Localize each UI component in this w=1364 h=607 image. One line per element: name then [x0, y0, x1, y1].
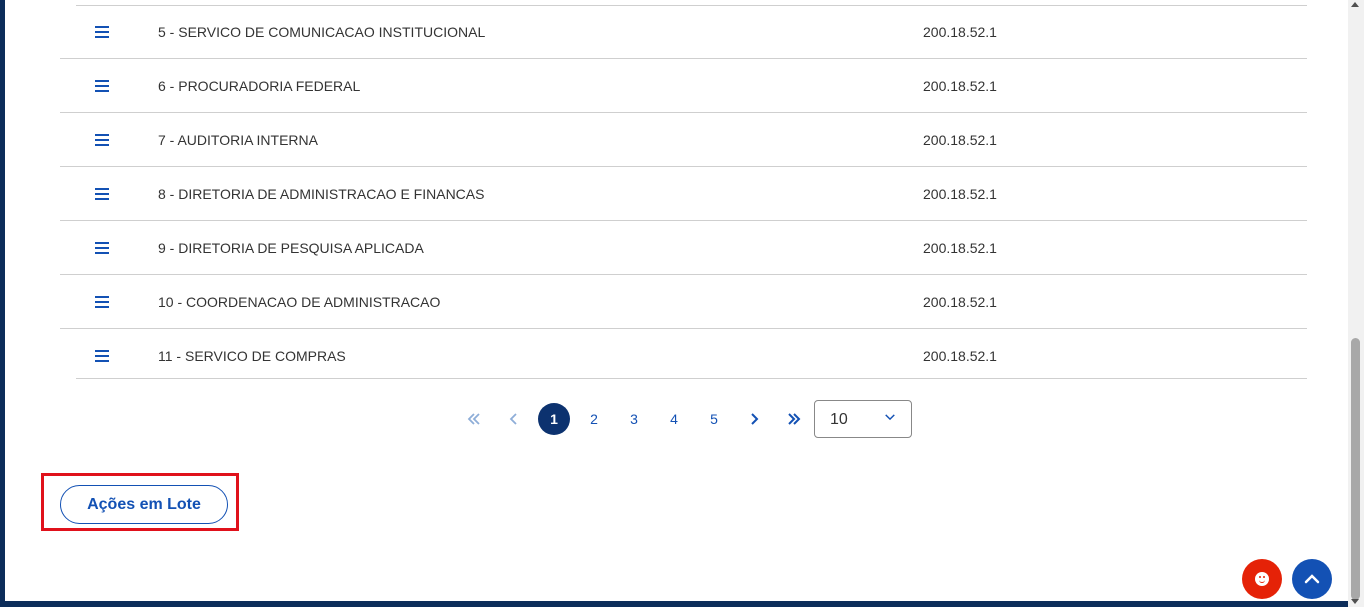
double-chevron-right-icon: [788, 413, 801, 425]
table-row: 11 - SERVICO DE COMPRAS 200.18.52.1: [60, 329, 1307, 382]
page-button[interactable]: 2: [584, 403, 604, 435]
next-page-button[interactable]: [744, 403, 764, 435]
row-menu-icon[interactable]: [95, 241, 109, 254]
row-name: 5 - SERVICO DE COMUNICACAO INSTITUCIONAL: [158, 23, 486, 40]
row-menu-icon[interactable]: [95, 349, 109, 362]
row-menu-icon[interactable]: [95, 295, 109, 308]
row-ip: 200.18.52.1: [923, 77, 997, 94]
row-ip: 200.18.52.1: [923, 347, 997, 364]
row-name: 11 - SERVICO DE COMPRAS: [158, 347, 346, 364]
table-bottom-divider: [76, 378, 1307, 379]
table-row: 9 - DIRETORIA DE PESQUISA APLICADA 200.1…: [60, 221, 1307, 275]
previous-page-button[interactable]: [504, 403, 524, 435]
bottom-frame-bar: [0, 601, 1348, 607]
row-name: 8 - DIRETORIA DE ADMINISTRACAO E FINANCA…: [158, 185, 485, 202]
chevron-up-icon: [1304, 574, 1320, 584]
page-button[interactable]: 4: [664, 403, 684, 435]
row-ip: 200.18.52.1: [923, 131, 997, 148]
first-page-button[interactable]: [464, 403, 484, 435]
last-page-button[interactable]: [784, 403, 804, 435]
table-row: 7 - AUDITORIA INTERNA 200.18.52.1: [60, 113, 1307, 167]
results-table: 5 - SERVICO DE COMUNICACAO INSTITUCIONAL…: [60, 5, 1307, 382]
chevron-down-icon: [885, 414, 895, 421]
chevron-right-icon: [751, 413, 759, 425]
scroll-up-arrow-icon[interactable]: [1351, 2, 1359, 7]
row-name: 10 - COORDENACAO DE ADMINISTRACAO: [158, 293, 441, 310]
row-menu-icon[interactable]: [95, 133, 109, 146]
table-row: 5 - SERVICO DE COMUNICACAO INSTITUCIONAL…: [60, 5, 1307, 59]
row-menu-icon[interactable]: [95, 25, 109, 38]
table-row: 10 - COORDENACAO DE ADMINISTRACAO 200.18…: [60, 275, 1307, 329]
frame-left-border: [0, 0, 5, 601]
chat-button[interactable]: [1242, 559, 1282, 599]
page-button[interactable]: 3: [624, 403, 644, 435]
chevron-left-icon: [509, 413, 517, 425]
row-ip: 200.18.52.1: [923, 185, 997, 202]
batch-actions-button[interactable]: Ações em Lote: [60, 485, 228, 524]
scroll-to-top-button[interactable]: [1292, 559, 1332, 599]
row-menu-icon[interactable]: [95, 79, 109, 92]
smiley-icon: [1255, 572, 1269, 586]
page-button[interactable]: 5: [704, 403, 724, 435]
row-name: 6 - PROCURADORIA FEDERAL: [158, 77, 361, 94]
row-name: 9 - DIRETORIA DE PESQUISA APLICADA: [158, 239, 424, 256]
page-size-value: 10: [830, 411, 848, 428]
row-ip: 200.18.52.1: [923, 239, 997, 256]
row-menu-icon[interactable]: [95, 187, 109, 200]
page-button-current[interactable]: 1: [538, 403, 570, 435]
double-chevron-left-icon: [467, 413, 480, 425]
page: 5 - SERVICO DE COMUNICACAO INSTITUCIONAL…: [0, 0, 1364, 607]
row-ip: 200.18.52.1: [923, 23, 997, 40]
scrollbar-thumb[interactable]: [1351, 338, 1360, 600]
row-name: 7 - AUDITORIA INTERNA: [158, 131, 318, 148]
row-ip: 200.18.52.1: [923, 293, 997, 310]
page-size-select[interactable]: 10: [814, 400, 912, 438]
table-row: 8 - DIRETORIA DE ADMINISTRACAO E FINANCA…: [60, 167, 1307, 221]
scroll-down-arrow-icon[interactable]: [1351, 599, 1359, 604]
table-row: 6 - PROCURADORIA FEDERAL 200.18.52.1: [60, 59, 1307, 113]
